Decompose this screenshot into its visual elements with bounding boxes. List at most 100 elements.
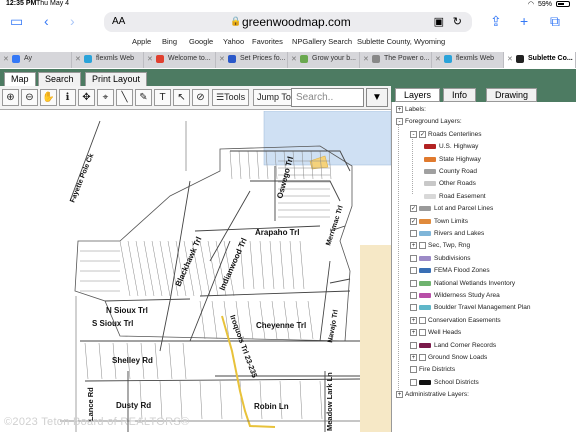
map-canvas[interactable]: Fayette Pole Ck Oswego Trl Blackhawk Trl… [0, 111, 391, 432]
expand-icon[interactable]: + [410, 329, 417, 337]
layer-row[interactable]: + Administrative Layers: [396, 391, 469, 403]
tab-info[interactable]: Info [443, 88, 477, 102]
browser-tab[interactable]: ✕ Ay [0, 52, 72, 68]
tabs-overview-icon[interactable]: ⧉ [550, 13, 560, 30]
layer-checkbox[interactable] [410, 230, 417, 237]
layer-row[interactable]: FEMA Flood Zones [410, 267, 490, 279]
layer-checkbox[interactable] [419, 354, 426, 361]
layer-checkbox[interactable] [410, 267, 417, 275]
layer-row[interactable]: + Well Heads [410, 329, 461, 341]
layer-row[interactable]: + Sec, Twp, Rng [410, 242, 470, 254]
bookmark-item[interactable]: Bing [162, 37, 177, 46]
layer-checkbox[interactable] [410, 279, 417, 287]
layer-row[interactable]: County Road [424, 168, 477, 180]
layer-row[interactable]: National Wetlands Inventory [410, 279, 515, 292]
bookmark-item[interactable]: Apple [132, 37, 151, 46]
expand-icon[interactable]: + [410, 242, 417, 250]
text-size-button[interactable]: AA [112, 16, 125, 27]
layer-row[interactable]: Boulder Travel Management Plan [410, 304, 530, 316]
bookmark-item[interactable]: Sublette County, Wyoming [357, 37, 445, 46]
layer-row[interactable]: State Highway [424, 156, 481, 168]
layer-checkbox[interactable]: ✓ [410, 217, 417, 225]
expand-icon[interactable]: + [410, 354, 417, 361]
tab-layers[interactable]: Layers [395, 88, 441, 102]
layer-checkbox[interactable] [410, 378, 417, 386]
reader-icon[interactable]: ▣ [434, 15, 444, 28]
identify-icon[interactable]: ℹ [59, 89, 76, 106]
layer-row[interactable]: - ✓ Roads Centerlines [410, 130, 481, 143]
url-text[interactable]: greenwoodmap.com [242, 15, 351, 29]
full-extent-icon[interactable]: ✥ [78, 89, 95, 106]
address-bar[interactable]: AA 🔒 greenwoodmap.com ▣ ↻ [104, 12, 472, 32]
search-dropdown-button[interactable]: ▼ [366, 88, 388, 107]
clear-icon[interactable]: ⊘ [192, 89, 209, 106]
layer-row[interactable]: Road Easement [424, 193, 486, 205]
close-tab-icon[interactable]: ✕ [219, 55, 225, 63]
browser-tab[interactable]: ✕ flexmls Web [72, 52, 144, 68]
browser-tab[interactable]: ✕ Sublette Co... [504, 52, 576, 68]
expand-icon[interactable]: + [396, 391, 403, 399]
layer-row[interactable]: U.S. Highway [424, 143, 478, 155]
layer-row[interactable]: - Foreground Layers: [396, 118, 462, 130]
layer-row[interactable]: Rivers and Lakes [410, 230, 484, 242]
expand-icon[interactable]: + [410, 316, 417, 324]
layer-checkbox[interactable] [410, 304, 417, 312]
close-tab-icon[interactable]: ✕ [291, 55, 297, 63]
layer-row[interactable]: Fire Districts [410, 366, 455, 378]
new-tab-icon[interactable]: + [520, 13, 528, 29]
layer-row[interactable]: Subdivisions [410, 254, 471, 267]
close-tab-icon[interactable]: ✕ [3, 55, 9, 63]
browser-tab[interactable]: ✕ Set Prices fo... [216, 52, 288, 68]
sidebar-icon[interactable]: ▭ [10, 13, 23, 30]
close-tab-icon[interactable]: ✕ [507, 55, 513, 63]
collapse-icon[interactable]: - [396, 118, 403, 126]
layer-row[interactable]: Other Roads [424, 180, 476, 192]
layer-checkbox[interactable] [419, 329, 426, 337]
bookmark-item[interactable]: Yahoo [223, 37, 244, 46]
zoom-in-icon[interactable]: ⊕ [2, 89, 19, 106]
select-arrow-icon[interactable]: ↖ [173, 89, 190, 106]
close-tab-icon[interactable]: ✕ [363, 55, 369, 63]
browser-tab[interactable]: ✕ Welcome to... [144, 52, 216, 68]
layer-row[interactable]: + Ground Snow Loads [410, 354, 487, 366]
layer-checkbox[interactable] [410, 341, 417, 349]
reload-icon[interactable]: ↻ [453, 15, 462, 28]
collapse-icon[interactable]: - [410, 130, 417, 138]
jump-to-button[interactable]: Jump To [253, 89, 295, 106]
layer-row[interactable]: + Conservation Easements [410, 316, 501, 329]
layer-checkbox[interactable] [410, 292, 417, 299]
bookmark-item[interactable]: Favorites [252, 37, 283, 46]
forward-icon[interactable]: › [70, 13, 75, 29]
pan-hand-icon[interactable]: ✋ [40, 89, 57, 106]
layer-row[interactable]: + Labels: [396, 106, 426, 118]
layer-row[interactable]: School Districts [410, 378, 479, 391]
browser-tab[interactable]: ✕ flexmls Web [432, 52, 504, 68]
tab-search[interactable]: Search [38, 72, 81, 86]
browser-tab[interactable]: ✕ The Power o... [360, 52, 432, 68]
measure-icon[interactable]: ╲ [116, 89, 133, 106]
layer-checkbox[interactable] [419, 316, 426, 324]
tab-map[interactable]: Map [4, 72, 36, 86]
layer-checkbox[interactable] [410, 366, 417, 374]
tools-menu-button[interactable]: ☰Tools [212, 89, 250, 106]
layer-row[interactable]: Land Corner Records [410, 341, 496, 354]
expand-icon[interactable]: + [396, 106, 403, 113]
tab-print-layout[interactable]: Print Layout [85, 72, 148, 86]
tab-drawing[interactable]: Drawing [486, 88, 538, 102]
layer-row[interactable]: ✓ Town Limits [410, 217, 468, 230]
map-svg[interactable]: Fayette Pole Ck Oswego Trl Blackhawk Trl… [0, 111, 391, 432]
layer-checkbox[interactable] [419, 242, 426, 250]
layer-checkbox[interactable] [410, 254, 417, 262]
search-input[interactable]: Search.. [291, 88, 364, 107]
close-tab-icon[interactable]: ✕ [435, 55, 441, 63]
layer-row[interactable]: ✓ Lot and Parcel Lines [410, 205, 493, 217]
layer-checkbox[interactable]: ✓ [419, 130, 426, 138]
text-tool-icon[interactable]: T [154, 89, 171, 106]
share-icon[interactable]: ⇪ [490, 13, 502, 30]
bookmark-item[interactable]: Google [189, 37, 213, 46]
layer-row[interactable]: Wilderness Study Area [410, 292, 500, 304]
browser-tab[interactable]: ✕ Grow your b... [288, 52, 360, 68]
layer-checkbox[interactable]: ✓ [410, 205, 417, 213]
zoom-out-icon[interactable]: ⊖ [21, 89, 38, 106]
draw-icon[interactable]: ✎ [135, 89, 152, 106]
